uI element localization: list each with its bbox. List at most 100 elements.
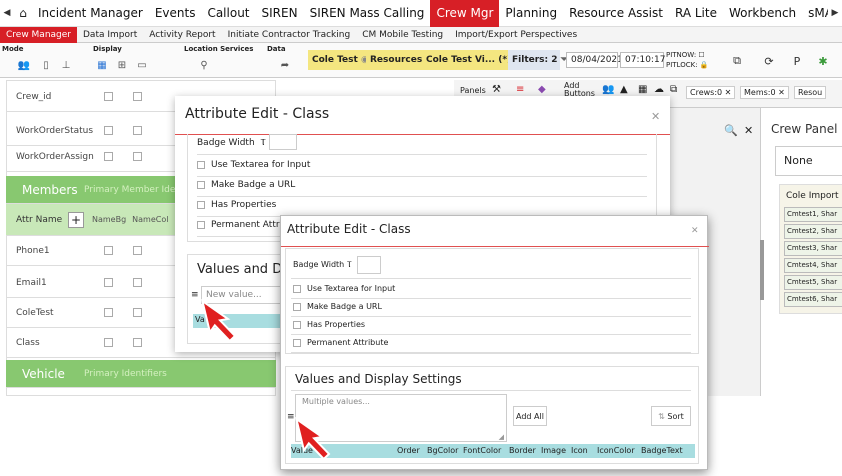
subnav-item[interactable]: Crew Manager (0, 26, 77, 43)
cole-test-view-pill[interactable]: Cole Test Vi... (*) ▣ (422, 50, 523, 70)
nav-item[interactable]: Events (149, 0, 202, 27)
checkbox[interactable] (133, 126, 142, 135)
nav-item[interactable]: Resource Assist (563, 0, 669, 27)
close-icon[interactable]: ✕ (744, 124, 753, 137)
checkbox[interactable] (197, 161, 205, 169)
nav-item[interactable]: sMART (802, 0, 828, 27)
option-checkbox[interactable]: Permanent Attrib (197, 220, 288, 230)
nav-item[interactable]: Planning (499, 0, 563, 27)
badge-width-input[interactable] (357, 256, 381, 274)
share-arrow-icon[interactable]: ➦ (275, 56, 295, 74)
cole-test-pill[interactable]: Cole Test ◉ (308, 50, 369, 70)
bug-icon[interactable]: ✱ (814, 53, 832, 69)
column-header[interactable]: FontColor (463, 446, 501, 455)
crew-member-item[interactable]: Cmtest2, Shar (784, 224, 842, 239)
option-checkbox[interactable]: Make Badge a URL (197, 180, 295, 190)
checkbox[interactable] (104, 126, 113, 135)
crew-member-item[interactable]: Cmtest5, Shar (784, 275, 842, 290)
refresh-icon[interactable]: ⟳ (760, 53, 778, 69)
option-checkbox[interactable]: Has Properties (293, 320, 365, 329)
location-pin-icon[interactable]: ⚲ (194, 56, 214, 74)
tag-icon[interactable]: ◆ (538, 84, 546, 95)
checkbox[interactable] (104, 152, 113, 161)
close-icon[interactable]: ✕ (691, 226, 699, 236)
nav-item[interactable]: Crew Mgr (430, 0, 500, 27)
checkbox[interactable] (293, 302, 301, 311)
crew-select[interactable]: None (775, 146, 842, 176)
option-checkbox[interactable]: Use Textarea for Input (293, 284, 395, 293)
nav-item[interactable]: SIREN Mass Calling (304, 0, 431, 27)
sort-button[interactable]: ⇅ Sort (651, 406, 691, 426)
nav-item[interactable]: SIREN (256, 0, 304, 27)
add-all-button[interactable]: Add All (513, 406, 547, 426)
column-header[interactable]: IconColor (597, 446, 635, 455)
checkbox[interactable] (133, 278, 142, 287)
subnav-item[interactable]: Activity Report (143, 27, 221, 43)
checkbox[interactable] (133, 152, 142, 161)
option-checkbox[interactable]: Permanent Attribute (293, 338, 388, 347)
nav-item[interactable]: Callout (201, 0, 255, 27)
list-icon[interactable]: ≡ (516, 84, 524, 95)
group-icon[interactable]: 👥 (602, 84, 614, 95)
add-attribute-button[interactable]: + (68, 211, 84, 228)
home-icon[interactable]: ⌂ (14, 6, 32, 20)
nav-right-arrow-icon[interactable]: ▶ (828, 8, 842, 18)
checkbox[interactable] (197, 221, 205, 229)
external-link-icon[interactable]: ⧉ (728, 53, 746, 69)
checkbox[interactable] (104, 338, 113, 347)
close-icon[interactable]: ✕ (651, 110, 660, 123)
date-field[interactable]: 08/04/2021 (566, 52, 623, 68)
resize-handle-icon[interactable]: ◢ (499, 433, 504, 441)
option-checkbox[interactable]: Use Textarea for Input (197, 160, 310, 170)
crew-member-item[interactable]: Cmtest3, Shar (784, 241, 842, 256)
checkbox[interactable] (133, 246, 142, 255)
wrench-icon[interactable]: ⚒ (492, 84, 501, 95)
column-header[interactable]: Image (541, 446, 566, 455)
device-icon[interactable]: ▯ (36, 56, 56, 74)
subnav-item[interactable]: CM Mobile Testing (356, 27, 449, 43)
badge-width-input[interactable] (269, 134, 297, 150)
calendar-icon[interactable]: ▦ (638, 84, 647, 95)
nav-item[interactable]: RA Lite (669, 0, 723, 27)
checkbox[interactable] (104, 278, 113, 287)
column-header[interactable]: BadgeText (641, 446, 683, 455)
resources-pill[interactable]: Resources ⚒ (366, 50, 433, 70)
time-field[interactable]: 07:10:17 (620, 52, 665, 68)
checkbox[interactable] (197, 201, 205, 209)
checkbox[interactable] (104, 246, 113, 255)
option-checkbox[interactable]: Has Properties (197, 200, 276, 210)
nav-item[interactable]: Incident Manager (32, 0, 149, 27)
subnav-item[interactable]: Data Import (77, 27, 143, 43)
checkbox[interactable] (197, 181, 205, 189)
p-button[interactable]: P (788, 53, 806, 69)
filters-pill[interactable]: Filters: 2 ⏷ (508, 50, 568, 70)
option-checkbox[interactable]: Make Badge a URL (293, 302, 382, 311)
cloud-icon[interactable]: ☁ (654, 84, 664, 95)
table-view-icon[interactable]: ⊞ (112, 56, 132, 74)
crew-member-item[interactable]: Cmtest1, Shar (784, 207, 842, 222)
search-icon[interactable]: 🔍 (724, 124, 738, 137)
grid-view-icon[interactable]: ▦ (92, 56, 112, 74)
crew-member-item[interactable]: Cmtest4, Shar (784, 258, 842, 273)
column-header[interactable]: BgColor (427, 446, 458, 455)
people-icon[interactable]: 👥 (14, 56, 34, 74)
column-header[interactable]: Border (509, 446, 536, 455)
nav-item[interactable]: Workbench (723, 0, 802, 27)
checkbox[interactable] (293, 338, 301, 347)
checkbox[interactable] (293, 284, 301, 293)
column-header[interactable]: Icon (571, 446, 588, 455)
subnav-item[interactable]: Import/Export Perspectives (449, 27, 583, 43)
checkbox[interactable] (104, 92, 113, 101)
checkbox[interactable] (293, 320, 301, 329)
card-view-icon[interactable]: ▭ (132, 56, 152, 74)
person-icon[interactable]: ▲ (620, 84, 628, 95)
scrollbar[interactable] (760, 240, 764, 300)
copy-icon[interactable]: ⧉ (670, 84, 677, 95)
hierarchy-icon[interactable]: ⊥ (56, 56, 76, 74)
crew-member-item[interactable]: Cmtest6, Shar (784, 292, 842, 307)
checkbox[interactable] (133, 338, 142, 347)
nav-left-arrow-icon[interactable]: ◀ (0, 8, 14, 18)
column-header[interactable]: Order (397, 446, 420, 455)
checkbox[interactable] (133, 92, 142, 101)
checkbox[interactable] (104, 308, 113, 317)
